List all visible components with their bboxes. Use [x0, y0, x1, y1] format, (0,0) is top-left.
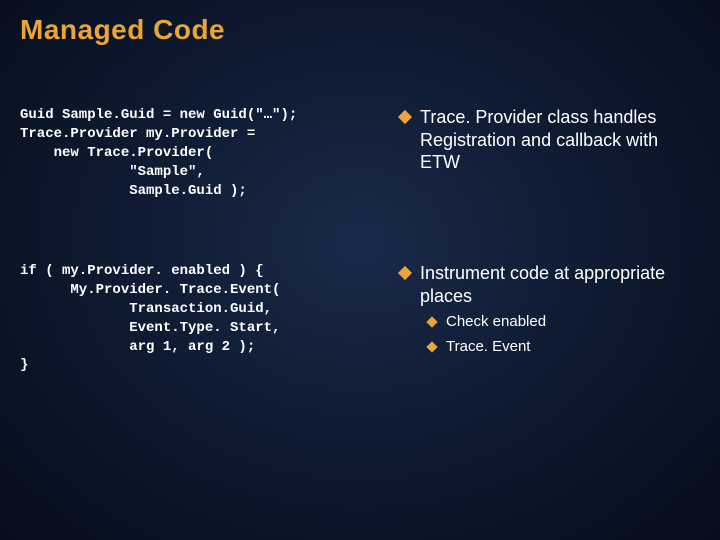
sub-bullet-item-1: Check enabled [428, 313, 700, 332]
code-block-1: Guid Sample.Guid = new Guid("…"); Trace.… [20, 106, 390, 200]
diamond-bullet-icon [398, 266, 412, 280]
bullet-column: Trace. Provider class handles Registrati… [400, 106, 700, 375]
code-column: Guid Sample.Guid = new Guid("…"); Trace.… [20, 106, 400, 375]
sub-bullet-text-2: Trace. Event [446, 338, 530, 357]
diamond-bullet-icon [426, 316, 437, 327]
slide-title: Managed Code [20, 14, 700, 46]
diamond-bullet-icon [426, 341, 437, 352]
bullet-text-1: Trace. Provider class handles Registrati… [420, 106, 700, 174]
sub-bullet-item-2: Trace. Event [428, 338, 700, 357]
diamond-bullet-icon [398, 110, 412, 124]
bullet-text-2: Instrument code at appropriate places [420, 262, 700, 307]
bullet-group-2: Instrument code at appropriate places Ch… [400, 254, 700, 357]
sub-bullet-text-1: Check enabled [446, 313, 546, 332]
code-block-2-wrap: if ( my.Provider. enabled ) { My.Provide… [20, 256, 390, 375]
slide: Managed Code Guid Sample.Guid = new Guid… [0, 0, 720, 540]
bullet-item-1: Trace. Provider class handles Registrati… [400, 106, 700, 174]
code-block-1-wrap: Guid Sample.Guid = new Guid("…"); Trace.… [20, 106, 390, 256]
bullet-item-2: Instrument code at appropriate places [400, 262, 700, 307]
bullet-group-1: Trace. Provider class handles Registrati… [400, 106, 700, 254]
content-row: Guid Sample.Guid = new Guid("…"); Trace.… [20, 106, 700, 375]
code-block-2: if ( my.Provider. enabled ) { My.Provide… [20, 262, 390, 375]
